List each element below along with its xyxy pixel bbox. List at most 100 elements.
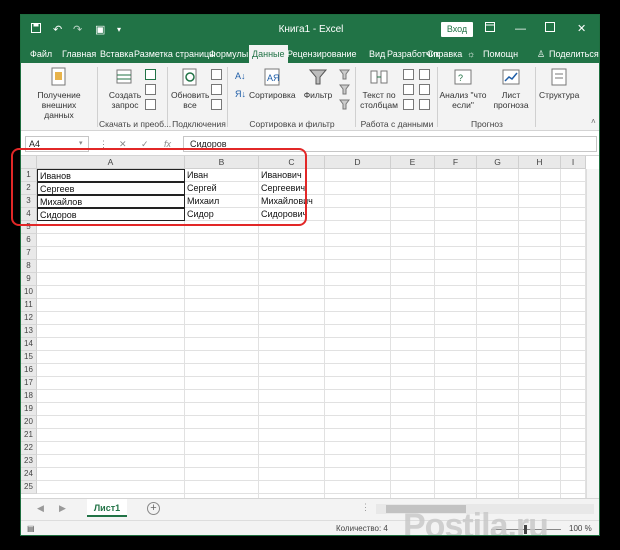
document-title: Книга1 - Excel bbox=[278, 24, 344, 35]
row-gridline bbox=[37, 363, 586, 364]
row-header-20[interactable]: 20 bbox=[21, 416, 37, 429]
row-header-7[interactable]: 7 bbox=[21, 247, 37, 260]
row-header-18[interactable]: 18 bbox=[21, 390, 37, 403]
tab-page-layout[interactable]: Разметка страницы bbox=[134, 45, 216, 63]
tell-me-button[interactable]: Помощн bbox=[483, 45, 518, 63]
svg-text:Я↓: Я↓ bbox=[235, 89, 246, 99]
row-gridline bbox=[37, 337, 586, 338]
row-header-10[interactable]: 10 bbox=[21, 286, 37, 299]
column-header-d[interactable]: D bbox=[325, 156, 391, 169]
sort-button[interactable]: АЯ Сортировка bbox=[249, 67, 296, 100]
close-icon[interactable]: ✕ bbox=[577, 21, 586, 37]
share-button[interactable]: Поделиться bbox=[549, 45, 599, 63]
grid-icon[interactable] bbox=[145, 84, 156, 95]
get-data-icon bbox=[51, 67, 66, 86]
row-header-19[interactable]: 19 bbox=[21, 403, 37, 416]
row-gridline bbox=[37, 493, 586, 494]
tab-split-icon[interactable]: ⋮ bbox=[361, 502, 370, 513]
column-header-f[interactable]: F bbox=[435, 156, 477, 169]
collapse-ribbon-icon[interactable]: ˄ bbox=[591, 117, 596, 126]
row-header-15[interactable]: 15 bbox=[21, 351, 37, 364]
row-header-25[interactable]: 25 bbox=[21, 481, 37, 494]
row-gridline bbox=[37, 324, 586, 325]
status-count: Количество: 4 bbox=[336, 524, 388, 533]
advanced-filter-icon[interactable] bbox=[339, 99, 350, 110]
row-header-9[interactable]: 9 bbox=[21, 273, 37, 286]
create-query-button[interactable]: Создать запрос bbox=[107, 67, 143, 110]
column-header-h[interactable]: H bbox=[519, 156, 561, 169]
row-gridline bbox=[37, 246, 586, 247]
edit-links-icon[interactable] bbox=[211, 99, 222, 110]
tab-view[interactable]: Вид bbox=[369, 45, 385, 63]
column-gridline bbox=[476, 169, 477, 498]
row-header-23[interactable]: 23 bbox=[21, 455, 37, 468]
maximize-icon[interactable] bbox=[545, 21, 555, 37]
text-to-columns-icon bbox=[370, 70, 388, 84]
relationships-icon[interactable] bbox=[419, 84, 430, 95]
excel-window: ↶ ↷ ▣ ▾ Книга1 - Excel Вход — ✕ Файл Гла… bbox=[20, 14, 600, 536]
group-forecast: Прогноз bbox=[471, 119, 503, 129]
watermark: Postila.ru bbox=[403, 507, 549, 536]
row-header-13[interactable]: 13 bbox=[21, 325, 37, 338]
tab-file[interactable]: Файл bbox=[30, 45, 52, 63]
table-icon[interactable] bbox=[145, 69, 156, 80]
flash-fill-icon[interactable] bbox=[403, 69, 414, 80]
tab-help[interactable]: Справка bbox=[427, 45, 462, 63]
group-connections: Подключения bbox=[172, 119, 226, 129]
row-header-8[interactable]: 8 bbox=[21, 260, 37, 273]
tab-formulas[interactable]: Формулы bbox=[209, 45, 248, 63]
recent-sources-icon[interactable] bbox=[145, 99, 156, 110]
filter-button[interactable]: Фильтр bbox=[301, 67, 335, 100]
zoom-level[interactable]: 100 % bbox=[569, 524, 592, 533]
row-header-11[interactable]: 11 bbox=[21, 299, 37, 312]
data-model-icon[interactable] bbox=[419, 99, 430, 110]
clear-filter-icon[interactable] bbox=[339, 69, 350, 80]
row-header-16[interactable]: 16 bbox=[21, 364, 37, 377]
data-validation-icon[interactable] bbox=[403, 99, 414, 110]
consolidate-icon[interactable] bbox=[419, 69, 430, 80]
column-gridline bbox=[390, 169, 391, 498]
tab-insert[interactable]: Вставка bbox=[100, 45, 133, 63]
sort-az-icon[interactable]: А↓ bbox=[235, 69, 247, 81]
ribbon-options-icon[interactable] bbox=[485, 21, 495, 37]
row-gridline bbox=[37, 467, 586, 468]
remove-duplicates-icon[interactable] bbox=[403, 84, 414, 95]
svg-text:?: ? bbox=[458, 73, 463, 83]
add-sheet-icon[interactable]: + bbox=[147, 502, 160, 515]
next-sheet-icon[interactable]: ▶ bbox=[59, 503, 66, 514]
outline-button[interactable]: Структура bbox=[539, 67, 579, 100]
row-header-14[interactable]: 14 bbox=[21, 338, 37, 351]
get-data-button[interactable]: Получение внешних данных bbox=[29, 67, 89, 120]
column-header-e[interactable]: E bbox=[391, 156, 435, 169]
prev-sheet-icon[interactable]: ◀ bbox=[37, 503, 44, 514]
tab-review[interactable]: Рецензирование bbox=[287, 45, 357, 63]
sort-za-icon[interactable]: Я↓ bbox=[235, 87, 247, 99]
queries-icon[interactable] bbox=[211, 69, 222, 80]
tab-data[interactable]: Данные bbox=[249, 45, 288, 63]
sign-in-button[interactable]: Вход bbox=[441, 22, 473, 37]
minimize-icon[interactable]: — bbox=[515, 21, 526, 37]
row-header-22[interactable]: 22 bbox=[21, 442, 37, 455]
row-header-21[interactable]: 21 bbox=[21, 429, 37, 442]
what-if-button[interactable]: ? Анализ "что если" bbox=[439, 67, 487, 110]
row-header-24[interactable]: 24 bbox=[21, 468, 37, 481]
refresh-all-button[interactable]: Обновить все bbox=[171, 67, 210, 110]
reapply-icon[interactable] bbox=[339, 84, 350, 95]
tab-home[interactable]: Главная bbox=[62, 45, 96, 63]
row-header-12[interactable]: 12 bbox=[21, 312, 37, 325]
column-header-g[interactable]: G bbox=[477, 156, 519, 169]
properties-icon[interactable] bbox=[211, 84, 222, 95]
vertical-scrollbar[interactable] bbox=[586, 169, 599, 498]
selection-highlight bbox=[11, 148, 307, 226]
column-gridline bbox=[560, 169, 561, 498]
row-gridline bbox=[37, 402, 586, 403]
row-header-6[interactable]: 6 bbox=[21, 234, 37, 247]
row-gridline bbox=[37, 285, 586, 286]
sheet-tab-list1[interactable]: Лист1 bbox=[87, 499, 127, 517]
row-header-17[interactable]: 17 bbox=[21, 377, 37, 390]
forecast-sheet-button[interactable]: Лист прогноза bbox=[493, 67, 529, 110]
row-gridline bbox=[37, 350, 586, 351]
macro-record-icon[interactable]: ▤ bbox=[27, 524, 35, 533]
text-to-columns-button[interactable]: Текст по столбцам bbox=[359, 67, 399, 110]
column-header-i[interactable]: I bbox=[561, 156, 586, 169]
